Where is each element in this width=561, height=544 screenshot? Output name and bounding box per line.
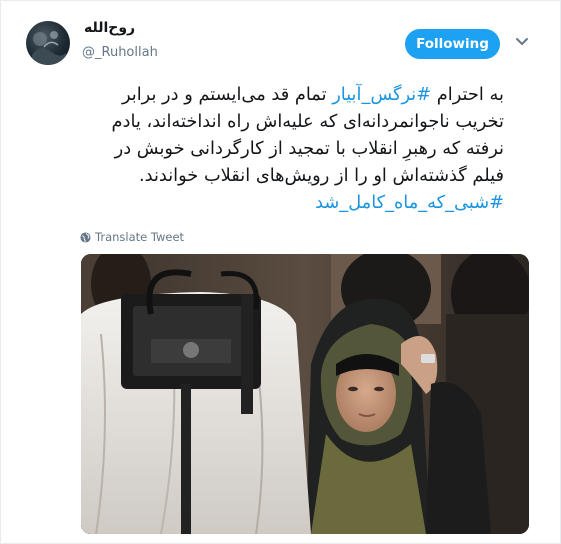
avatar[interactable] bbox=[26, 21, 70, 65]
tweet-text-line: نرفته که رهبرِ انقلاب با تمجید از کارگرد… bbox=[100, 135, 504, 162]
tweet-text-segment: نرفته که رهبرِ انقلاب با تمجید از کارگرد… bbox=[114, 138, 504, 159]
hashtag-link[interactable]: #شبی_که_ماه_کامل_شد bbox=[315, 192, 504, 213]
tweet-text-line: به احترام #نرگس_آبیار تمام قد می‌ایستم و… bbox=[100, 81, 504, 108]
following-button[interactable]: Following bbox=[405, 29, 500, 59]
hashtag-link[interactable]: #نرگس_آبیار bbox=[332, 84, 431, 105]
photo-image bbox=[81, 254, 529, 534]
translate-label: Translate Tweet bbox=[95, 230, 185, 244]
tweet-text-segment: فیلم گذشته‌اش او را از رویش‌های انقلاب خ… bbox=[138, 165, 504, 186]
tweet-text-line: تخریب ناجوانمردانه‌ای که علیه‌اش راه اند… bbox=[100, 108, 504, 135]
tweet-text-segment: به احترام bbox=[431, 84, 504, 105]
display-name[interactable]: روح‌الله bbox=[84, 20, 135, 36]
tweet-text-segment: تخریب ناجوانمردانه‌ای که علیه‌اش راه اند… bbox=[111, 111, 504, 132]
tweet-text-line: #شبی_که_ماه_کامل_شد bbox=[100, 189, 504, 216]
tweet-media-photo[interactable] bbox=[81, 254, 529, 534]
tweet-text-segment: تمام قد می‌ایستم و در برابر bbox=[121, 84, 333, 105]
globe-icon bbox=[80, 231, 91, 243]
user-handle[interactable]: @_Ruhollah bbox=[82, 45, 158, 60]
translate-tweet-link[interactable]: Translate Tweet bbox=[80, 230, 184, 244]
chevron-down-icon[interactable] bbox=[515, 37, 529, 47]
tweet-text-line: فیلم گذشته‌اش او را از رویش‌های انقلاب خ… bbox=[100, 162, 504, 189]
tweet-text: به احترام #نرگس_آبیار تمام قد می‌ایستم و… bbox=[100, 81, 504, 216]
